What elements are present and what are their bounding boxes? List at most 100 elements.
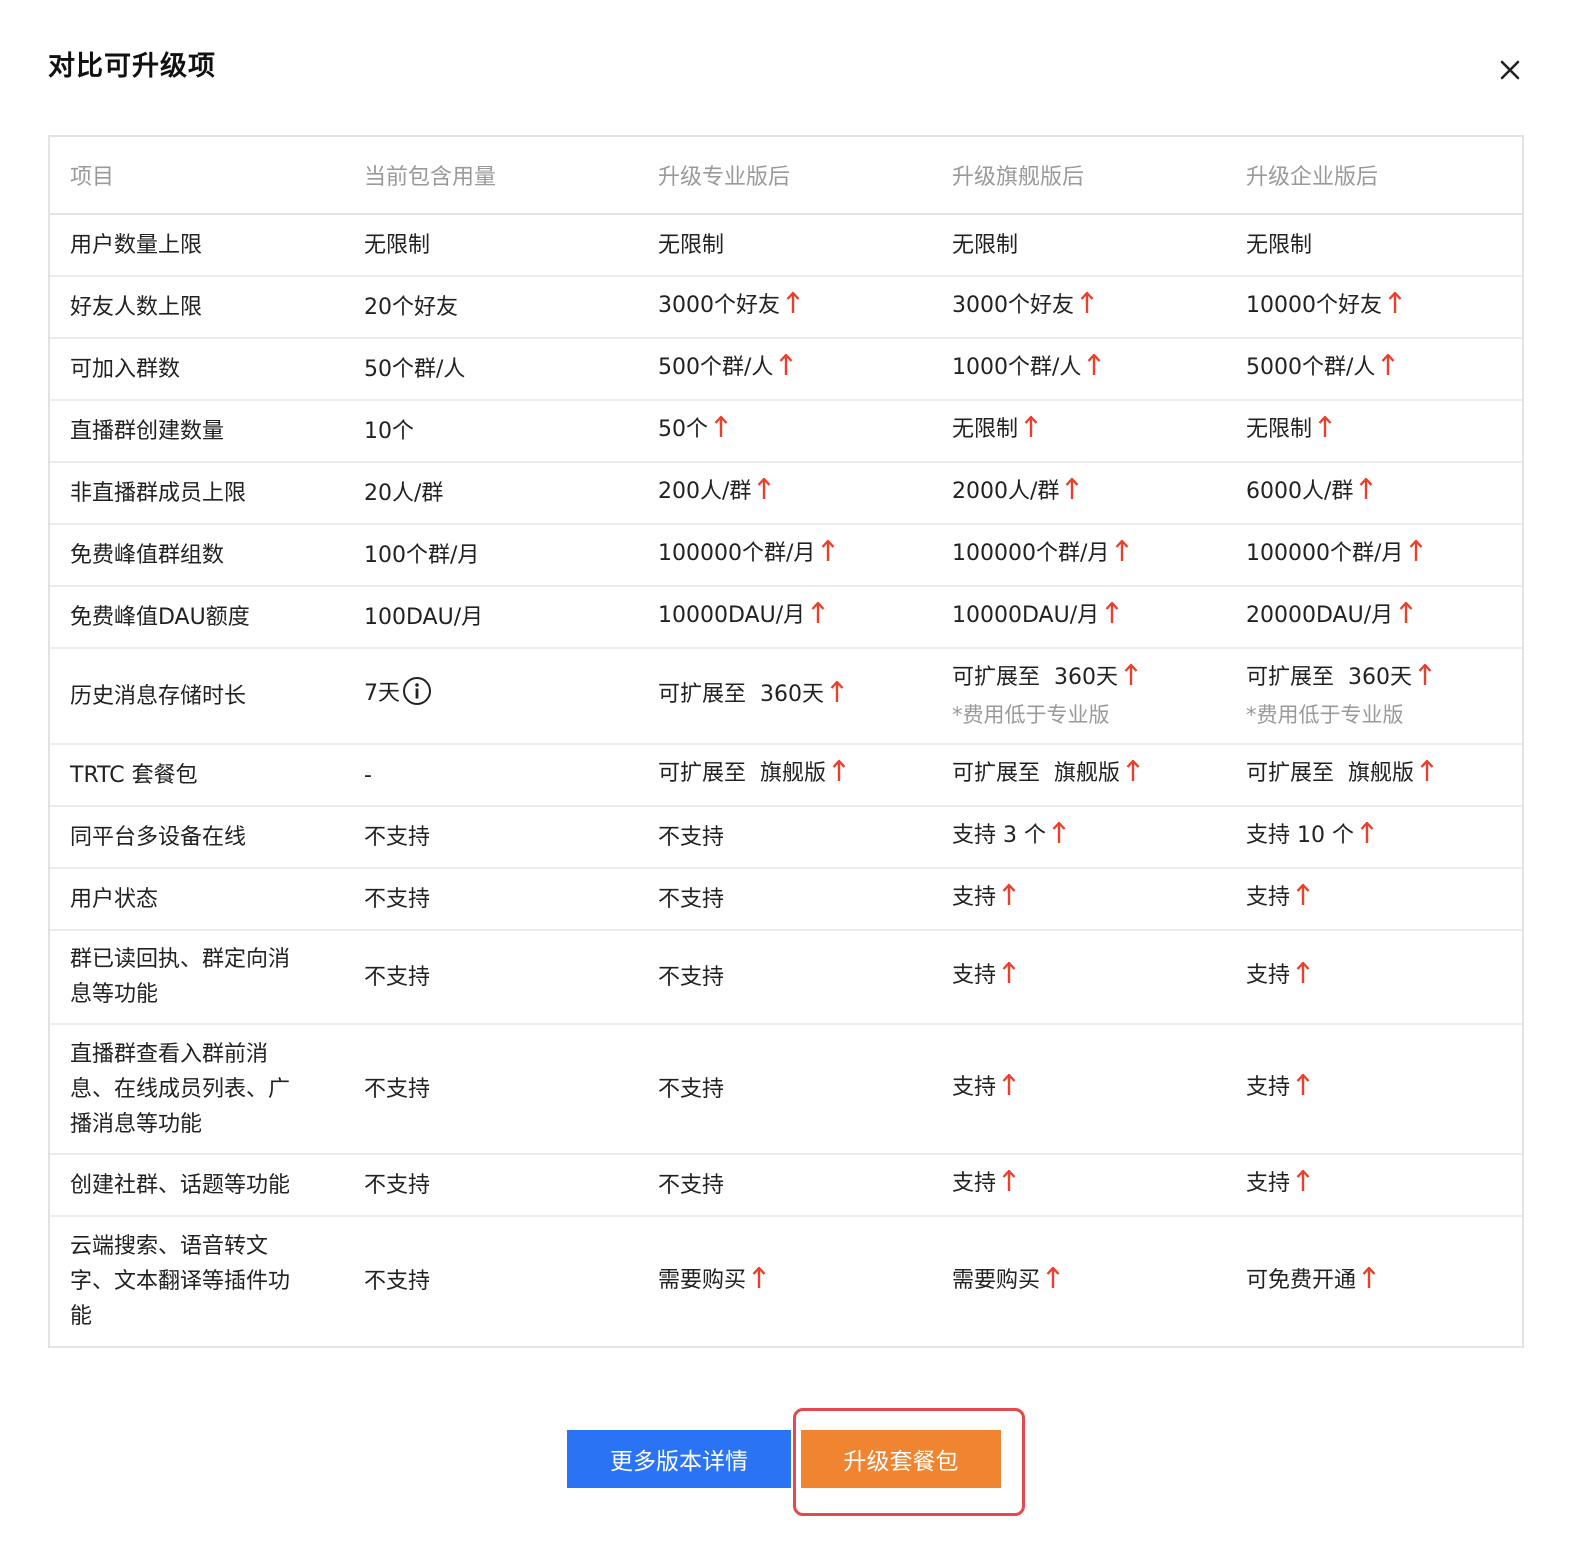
value-line: 支持 (952, 1169, 1016, 1196)
row-enterprise-value: 支持 (1226, 930, 1522, 1025)
value-line: 200人/群 (658, 477, 771, 504)
arrow-up-icon (1002, 1169, 1016, 1204)
value-text: 可扩展至 360天 (952, 665, 1118, 690)
row-pro-value: 不支持 (638, 868, 932, 931)
row-flagship-value: 无限制 (932, 400, 1226, 463)
value-line: 不支持 (658, 887, 724, 912)
value-text: 6000人/群 (1246, 479, 1354, 504)
table-row: 历史消息存储时长 7天 可扩展至 360天 可扩展至 360天 *费用低于专业版 可扩展至… (50, 648, 1522, 745)
row-flagship-value: 可扩展至 旗舰版 (932, 744, 1226, 807)
row-current-value: 10个 (344, 400, 638, 463)
row-enterprise-value: 无限制 (1226, 400, 1522, 463)
table-row: 直播群创建数量 10个 50个 无限制 无限制 (50, 400, 1522, 463)
row-current-value: 不支持 (344, 806, 638, 869)
row-current-value: 不支持 (344, 868, 638, 931)
row-current-value: 不支持 (344, 930, 638, 1025)
value-line: 2000人/群 (952, 477, 1079, 504)
arrow-up-icon (1362, 1266, 1376, 1301)
close-icon[interactable] (1492, 52, 1528, 88)
row-item-label: 直播群创建数量 (50, 400, 344, 463)
arrow-up-icon (1065, 477, 1079, 512)
row-flagship-value: 支持 (932, 1024, 1226, 1155)
row-current-value: 不支持 (344, 1216, 638, 1346)
row-enterprise-value: 5000个群/人 (1226, 338, 1522, 401)
row-current-value: 100个群/月 (344, 524, 638, 587)
row-item-label: 免费峰值群组数 (50, 524, 344, 587)
row-current-value: 100DAU/月 (344, 586, 638, 649)
value-line: 可扩展至 360天 (658, 680, 844, 707)
row-current-value: 7天 (344, 648, 638, 745)
value-line: 支持 (952, 961, 1016, 988)
upgrade-package-button[interactable]: 升级套餐包 (801, 1430, 1001, 1488)
value-text: 支持 (1246, 963, 1291, 988)
value-line: 无限制 (952, 233, 1018, 258)
row-flagship-value: 支持 (932, 1154, 1226, 1217)
value-text: 100000个群/月 (1246, 541, 1404, 566)
row-pro-value: 500个群/人 (638, 338, 932, 401)
arrow-up-icon (1420, 759, 1434, 794)
arrow-up-icon (1359, 477, 1373, 512)
arrow-up-icon (832, 759, 846, 794)
arrow-up-icon (811, 601, 825, 636)
arrow-up-icon (1409, 539, 1423, 574)
value-line: 100000个群/月 (952, 539, 1129, 566)
current-value-text: 不支持 (364, 1076, 431, 1102)
value-text: 3000个好友 (658, 293, 780, 318)
value-text: 可扩展至 旗舰版 (952, 761, 1120, 786)
arrow-up-icon (1105, 601, 1119, 636)
current-value-text: 10个 (364, 418, 414, 444)
row-item-label: 同平台多设备在线 (50, 806, 344, 869)
row-flagship-value: 支持 3 个 (932, 806, 1226, 869)
table-row: 用户状态 不支持 不支持 支持 支持 (50, 868, 1522, 931)
row-item-label: 非直播群成员上限 (50, 462, 344, 525)
value-text: 50个 (658, 417, 708, 442)
row-current-value: - (344, 744, 638, 807)
row-pro-value: 需要购买 (638, 1216, 932, 1346)
row-enterprise-value: 6000人/群 (1226, 462, 1522, 525)
value-line: 6000人/群 (1246, 477, 1373, 504)
value-line: 支持 (1246, 1169, 1310, 1196)
info-icon[interactable] (402, 676, 432, 717)
current-value-text: 不支持 (364, 1269, 431, 1294)
row-pro-value: 不支持 (638, 806, 932, 869)
row-flagship-value: 3000个好友 (932, 276, 1226, 339)
arrow-up-icon (757, 477, 771, 512)
value-text: 支持 (952, 885, 997, 910)
row-enterprise-value: 可扩展至 360天 *费用低于专业版 (1226, 648, 1522, 745)
table-row: 好友人数上限 20个好友 3000个好友 3000个好友 10000个好友 (50, 276, 1522, 339)
table-row: 免费峰值群组数 100个群/月 100000个群/月 100000个群/月 100000… (50, 524, 1522, 587)
value-line: 1000个群/人 (952, 353, 1101, 380)
value-line: 可扩展至 360天 (1246, 663, 1432, 690)
value-line: 50个 (658, 415, 728, 442)
value-line: 支持 (1246, 961, 1310, 988)
row-flagship-value: 2000人/群 (932, 462, 1226, 525)
value-text: 支持 (1246, 1075, 1291, 1100)
row-current-value: 无限制 (344, 214, 638, 277)
value-text: 不支持 (658, 824, 725, 850)
value-line: 不支持 (658, 965, 724, 990)
value-text: 无限制 (952, 232, 1019, 258)
header-item: 项目 (50, 137, 344, 215)
current-value-text: 无限制 (364, 232, 431, 258)
value-text: 100000个群/月 (952, 541, 1110, 566)
row-flagship-value: 支持 (932, 868, 1226, 931)
value-line: 5000个群/人 (1246, 353, 1395, 380)
table-row: TRTC 套餐包 - 可扩展至 旗舰版 可扩展至 旗舰版 可扩展至 旗舰版 (50, 744, 1522, 807)
current-value-text: 不支持 (364, 886, 431, 912)
row-flagship-value: 需要购买 (932, 1216, 1226, 1346)
value-text: 10000DAU/月 (658, 603, 806, 628)
row-flagship-value: 1000个群/人 (932, 338, 1226, 401)
value-text: 支持 10 个 (1246, 823, 1354, 848)
header-flagship: 升级旗舰版后 (932, 137, 1226, 215)
row-pro-value: 可扩展至 旗舰版 (638, 744, 932, 807)
more-version-details-button[interactable]: 更多版本详情 (567, 1430, 791, 1488)
value-line: 不支持 (658, 825, 724, 850)
current-value-text: - (364, 762, 372, 788)
value-line: 100000个群/月 (658, 539, 835, 566)
value-text: 需要购买 (658, 1267, 747, 1293)
table-row: 可加入群数 50个群/人 500个群/人 1000个群/人 5000个群/人 (50, 338, 1522, 401)
value-text: 支持 (952, 1075, 997, 1100)
arrow-up-icon (1388, 291, 1402, 326)
value-line: 支持 (1246, 883, 1310, 910)
arrow-up-icon (786, 291, 800, 326)
